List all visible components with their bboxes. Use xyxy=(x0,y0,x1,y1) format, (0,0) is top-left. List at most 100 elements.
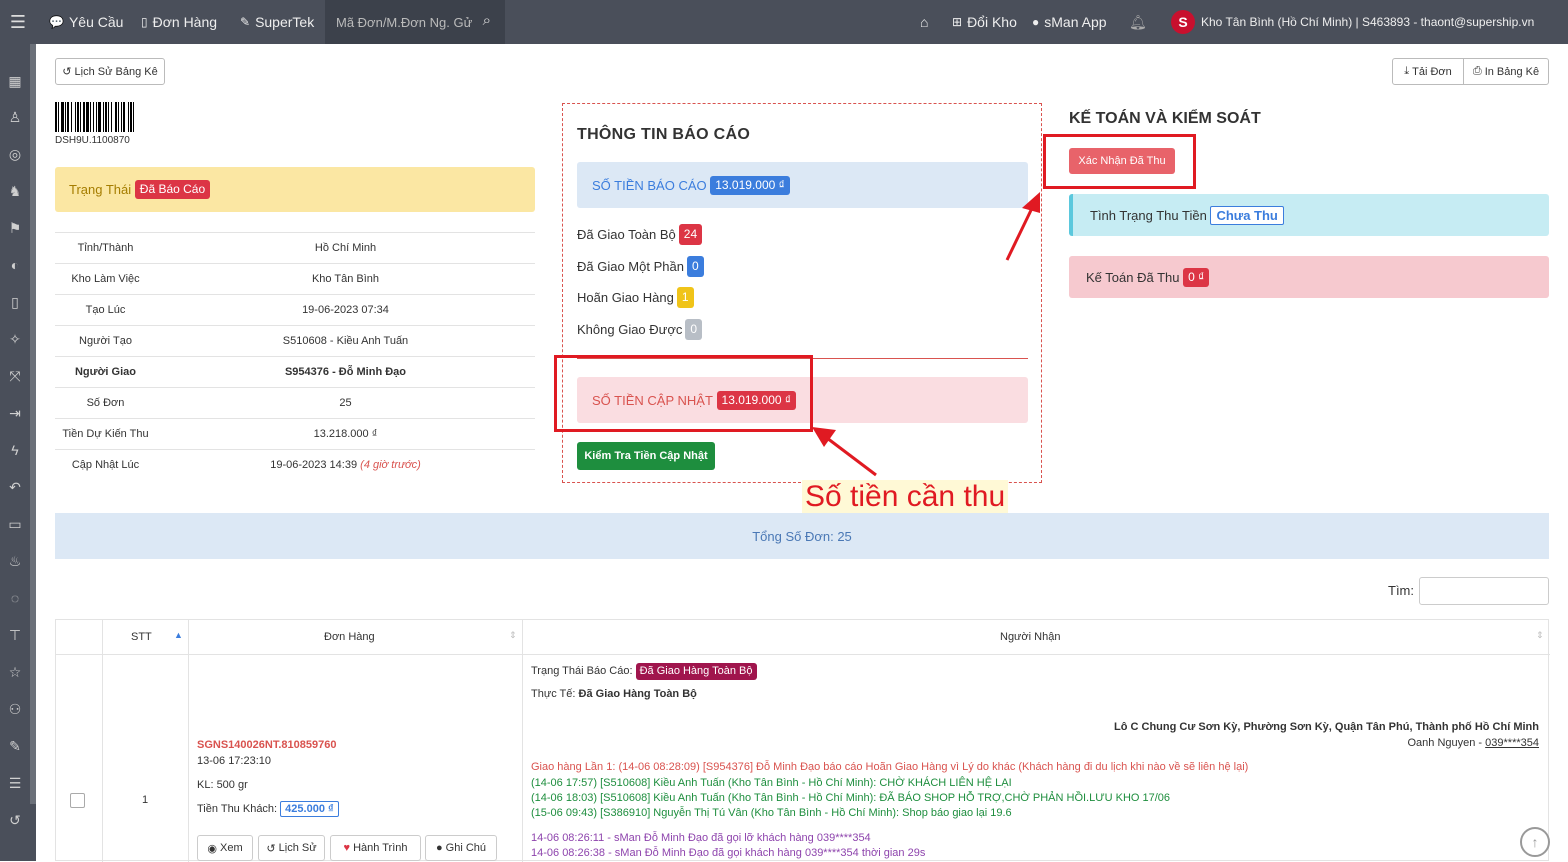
users-icon[interactable]: ⚇ xyxy=(0,694,30,724)
user-icon[interactable]: ♙ xyxy=(0,102,30,132)
barcode-bar xyxy=(128,102,129,132)
barcode-bar xyxy=(121,102,122,132)
compass-icon[interactable]: ◎ xyxy=(0,139,30,169)
summary-bar: Tổng Số Đơn: 25 xyxy=(55,513,1549,559)
home-icon[interactable]: ⌂ xyxy=(920,0,928,44)
nav-don-hang[interactable]: ▯ Đơn Hàng xyxy=(141,0,217,44)
scroll-to-top-icon[interactable]: ↑ xyxy=(1520,827,1550,857)
download-button[interactable]: ⤓ Tải Đơn xyxy=(1392,58,1464,85)
row-stt: 1 xyxy=(142,794,149,806)
hamburger-menu-icon[interactable]: ☰ xyxy=(0,0,36,44)
status-label: Trạng Thái xyxy=(69,182,132,197)
info-row: Kho Làm Việc Kho Tân Bình xyxy=(55,263,535,295)
history-icon[interactable]: ↺ xyxy=(0,805,30,835)
stat-delivered-partial: Đã Giao Một Phần 0 xyxy=(577,256,704,277)
sidebar: ▦ ♙ ◎ ♞ ⚑ ◐ ▯ ✧ ⤧ ⇥ ϟ ↶ ▭ ♨ ◌ ⊤ ☆ ⚇ ✎ ☰ … xyxy=(0,44,36,861)
log-red: Giao hàng Lần 1: (14-06 08:28:09) [S9543… xyxy=(531,761,1249,773)
receiver-phone[interactable]: 039****354 xyxy=(1485,737,1539,749)
accounting-collected-box: Kế Toán Đã Thu 0 ₫ xyxy=(1069,256,1549,298)
find-input[interactable] xyxy=(1419,577,1549,605)
history-button[interactable]: ↺ Lịch Sử Bảng Kê xyxy=(55,58,165,85)
fire-icon[interactable]: ♨ xyxy=(0,546,30,576)
view-button[interactable]: ◉ Xem xyxy=(197,835,253,861)
nav-sman-app[interactable]: ● sMan App xyxy=(1032,0,1107,44)
list-icon[interactable]: ☰ xyxy=(0,768,30,798)
col-stt xyxy=(102,620,189,862)
info-key: Kho Làm Việc xyxy=(55,263,156,295)
sort-icon[interactable]: ⇕ xyxy=(1536,630,1544,641)
top-navbar: ☰ 💬 Yêu Cầu ▯ Đơn Hàng ✎ SuperTek Mã Đơn/M.… xyxy=(0,0,1568,44)
report-status-badge: Đã Giao Hàng Toàn Bộ xyxy=(635,663,757,680)
report-title: THÔNG TIN BÁO CÁO xyxy=(577,126,751,143)
info-value: S510608 - Kiều Anh Tuấn xyxy=(156,325,535,357)
journey-button[interactable]: ♥ Hành Trình xyxy=(330,835,421,861)
print-icon: ⎙ xyxy=(1472,65,1485,77)
lightbulb-icon[interactable]: ✧ xyxy=(0,324,30,354)
highlight-updated-rect xyxy=(554,355,813,432)
info-key: Tạo Lúc xyxy=(55,294,156,326)
comments-icon[interactable]: ◌ xyxy=(0,583,30,613)
receiver-address: Lô C Chung Cư Sơn Kỳ, Phường Sơn Kỳ, Quậ… xyxy=(1114,721,1539,733)
download-icon: ⤓ xyxy=(1404,65,1413,77)
print-button[interactable]: ⎙ In Bảng Kê xyxy=(1463,58,1549,85)
check-updated-amount-button[interactable]: Kiểm Tra Tiền Cập Nhật xyxy=(577,442,715,470)
eye-icon: ◉ xyxy=(207,842,221,855)
header-order[interactable]: Đơn Hàng xyxy=(324,631,375,643)
flag-icon[interactable]: ⚑ xyxy=(0,213,30,243)
relative-time: (4 giờ trước) xyxy=(360,459,421,472)
info-key: Người Tạo xyxy=(55,325,156,357)
barcode-bar xyxy=(130,102,132,132)
info-key: Tiền Dự Kiến Thu xyxy=(55,418,156,450)
barcode-bar xyxy=(133,102,134,132)
search-icon[interactable]: ⌕ xyxy=(483,12,491,29)
sitemap-icon: ⊞ xyxy=(952,15,963,29)
reply-icon[interactable]: ↶ xyxy=(0,472,30,502)
status-box: Trạng Thái Đã Báo Cáo xyxy=(55,167,535,212)
info-key: Người Giao xyxy=(55,356,156,388)
nav-doi-kho[interactable]: ⊞ Đổi Kho xyxy=(952,0,1017,44)
chess-icon[interactable]: ♞ xyxy=(0,176,30,206)
folder-icon[interactable]: ▭ xyxy=(0,509,30,539)
paint-roller-icon[interactable]: ⊤ xyxy=(0,620,30,650)
info-value: 19-06-2023 14:39 (4 giờ trước) xyxy=(156,449,535,481)
grid-icon[interactable]: ▦ xyxy=(0,66,30,96)
barcode-bar xyxy=(123,102,125,132)
search-input[interactable]: Mã Đơn/M.Đơn Ng. Gử ⌕ xyxy=(325,0,505,44)
note-button[interactable]: ● Ghi Chú xyxy=(425,835,497,861)
order-weight: KL: 500 gr xyxy=(197,779,248,791)
info-value: Kho Tân Bình xyxy=(156,263,535,295)
stat-delivered-all: Đã Giao Toàn Bộ 24 xyxy=(577,224,703,245)
book-icon[interactable]: ▯ xyxy=(0,287,30,317)
account-info[interactable]: Kho Tân Bình (Hồ Chí Minh) | S463893 - t… xyxy=(1201,0,1534,44)
order-code[interactable]: SGNS140026NT.810859760 xyxy=(197,739,336,751)
barcode-bar xyxy=(103,102,104,132)
log-green: (14-06 17:57) [S510608] Kiều Anh Tuấn (K… xyxy=(531,777,1012,789)
sort-asc-icon[interactable]: ▲ xyxy=(174,630,183,640)
barcode-bar xyxy=(67,102,69,132)
stat-failed: Không Giao Được 0 xyxy=(577,319,703,340)
nav-yeu-cau[interactable]: 💬 Yêu Cầu xyxy=(49,0,123,44)
report-status-line: Trạng Thái Báo Cáo: Đã Giao Hàng Toàn Bộ xyxy=(531,663,757,680)
info-key: Tỉnh/Thành xyxy=(55,232,156,264)
info-value: 13.218.000 ₫ xyxy=(156,418,535,450)
nav-supertek[interactable]: ✎ SuperTek xyxy=(240,0,314,44)
palette-icon[interactable]: ◐ xyxy=(0,250,30,280)
star-icon[interactable]: ☆ xyxy=(0,657,30,687)
bell-icon[interactable]: 🔔︎ xyxy=(1129,0,1147,44)
sign-in-icon[interactable]: ⇥ xyxy=(0,398,30,428)
barcode-bar xyxy=(65,102,66,132)
sort-icon[interactable]: ⇕ xyxy=(509,630,517,641)
collect-status-badge: Chưa Thu xyxy=(1210,205,1284,225)
expand-icon[interactable]: ⤧ xyxy=(0,361,30,391)
edit-icon[interactable]: ✎ xyxy=(0,731,30,761)
log-purple: 14-06 08:26:38 - sMan Đỗ Minh Đạo đã gọi… xyxy=(531,847,926,859)
sidebar-scrollbar[interactable] xyxy=(30,44,36,804)
order-history-button[interactable]: ↺ Lịch Sử xyxy=(258,835,325,861)
header-stt[interactable]: STT xyxy=(131,631,152,643)
row-checkbox[interactable] xyxy=(70,793,85,808)
barcode-bar xyxy=(55,102,57,132)
bolt-icon[interactable]: ϟ xyxy=(0,435,30,465)
header-receiver[interactable]: Người Nhận xyxy=(1000,631,1060,643)
log-green: (14-06 18:03) [S510608] Kiều Anh Tuấn (K… xyxy=(531,792,1171,804)
status-badge: Đã Báo Cáo xyxy=(134,180,211,199)
